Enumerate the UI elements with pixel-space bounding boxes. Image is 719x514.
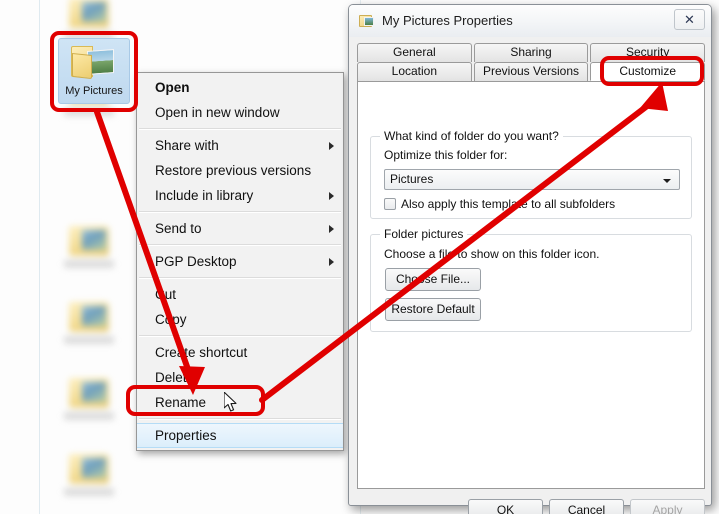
menu-item-label: Include in library [155, 188, 254, 203]
menu-item-label: Restore previous versions [155, 163, 312, 178]
choose-file-button[interactable]: Choose File... [385, 268, 481, 291]
tab-strip: General Sharing Security Location Previo… [357, 43, 706, 81]
menu-item-delete[interactable]: Delete [137, 365, 343, 390]
menu-item-copy[interactable]: Copy [137, 307, 343, 332]
menu-item-send-to[interactable]: Send to [137, 216, 343, 241]
menu-item-pgp-desktop[interactable]: PGP Desktop [137, 249, 343, 274]
optimize-label: Optimize this folder for: [384, 148, 508, 162]
folder-kind-group: What kind of folder do you want? Optimiz… [370, 129, 692, 219]
menu-item-label: Send to [155, 221, 202, 236]
checkbox-box [384, 198, 396, 210]
folder-icon [71, 42, 117, 80]
menu-item-label: Create shortcut [155, 345, 248, 360]
pane-divider [39, 0, 40, 514]
apply-button[interactable]: Apply [630, 499, 705, 514]
tab-row-2: Location Previous Versions Customize [357, 62, 706, 81]
optimize-folder-value: Pictures [390, 172, 434, 186]
tab-customize[interactable]: Customize [590, 62, 706, 81]
folder-pictures-title-icon [359, 13, 375, 29]
tab-location[interactable]: Location [357, 62, 472, 81]
menu-item-rename[interactable]: Rename [137, 390, 343, 415]
menu-item-label: Delete [155, 370, 195, 385]
tab-general[interactable]: General [357, 43, 472, 62]
mouse-cursor [224, 392, 237, 412]
folder-kind-legend: What kind of folder do you want? [380, 129, 563, 143]
menu-item-open[interactable]: Open [137, 75, 343, 100]
menu-item-properties[interactable]: Properties [137, 423, 343, 448]
submenu-chevron-icon [329, 257, 334, 266]
menu-item-restore-previous-versions[interactable]: Restore previous versions [137, 158, 343, 183]
screenshot-root: My Pictures Open Open in new window Shar… [0, 0, 719, 514]
menu-item-label: Properties [155, 428, 217, 443]
menu-separator [139, 128, 341, 130]
ok-button[interactable]: OK [468, 499, 543, 514]
optimize-folder-select[interactable]: Pictures [384, 169, 680, 190]
menu-item-share-with[interactable]: Share with [137, 133, 343, 158]
close-icon[interactable]: ✕ [674, 9, 705, 30]
menu-separator [139, 244, 341, 246]
properties-dialog: My Pictures Properties ✕ General Sharing… [348, 4, 712, 514]
menu-item-label: Copy [155, 312, 187, 327]
context-menu[interactable]: Open Open in new window Share with Resto… [136, 72, 344, 451]
checkbox-label: Also apply this template to all subfolde… [401, 197, 616, 211]
tab-sharing[interactable]: Sharing [473, 43, 589, 62]
tab-row-1: General Sharing Security [357, 43, 706, 62]
submenu-chevron-icon [329, 141, 334, 150]
menu-item-label: Open [155, 80, 190, 95]
chevron-down-icon [663, 179, 671, 183]
menu-item-label: PGP Desktop [155, 254, 237, 269]
cancel-button[interactable]: Cancel [549, 499, 624, 514]
menu-separator [139, 335, 341, 337]
dialog-title: My Pictures Properties [382, 13, 513, 28]
menu-item-label: Share with [155, 138, 219, 153]
submenu-chevron-icon [329, 224, 334, 233]
menu-separator [139, 418, 341, 420]
menu-item-open-in-new-window[interactable]: Open in new window [137, 100, 343, 125]
menu-item-create-shortcut[interactable]: Create shortcut [137, 340, 343, 365]
folder-pictures-legend: Folder pictures [380, 227, 468, 241]
menu-item-cut[interactable]: Cut [137, 282, 343, 307]
tab-security[interactable]: Security [590, 43, 706, 62]
folder-pictures-description: Choose a file to show on this folder ico… [384, 247, 600, 261]
submenu-chevron-icon [329, 191, 334, 200]
menu-item-label: Rename [155, 395, 207, 410]
tab-previous-versions[interactable]: Previous Versions [473, 62, 589, 81]
folder-pictures-icon[interactable]: My Pictures [58, 38, 130, 104]
apply-to-subfolders-checkbox[interactable]: Also apply this template to all subfolde… [384, 197, 615, 211]
menu-item-include-in-library[interactable]: Include in library [137, 183, 343, 208]
menu-separator [139, 277, 341, 279]
menu-separator [139, 211, 341, 213]
folder-icon-label: My Pictures [65, 85, 123, 97]
menu-item-label: Cut [155, 287, 177, 302]
menu-item-label: Open in new window [155, 105, 280, 120]
folder-pictures-group: Folder pictures Choose a file to show on… [370, 227, 692, 332]
restore-default-button[interactable]: Restore Default [385, 298, 481, 321]
dialog-titlebar: My Pictures Properties ✕ [349, 5, 711, 38]
dialog-body: General Sharing Security Location Previo… [349, 37, 711, 514]
customize-tab-panel: What kind of folder do you want? Optimiz… [357, 81, 705, 489]
